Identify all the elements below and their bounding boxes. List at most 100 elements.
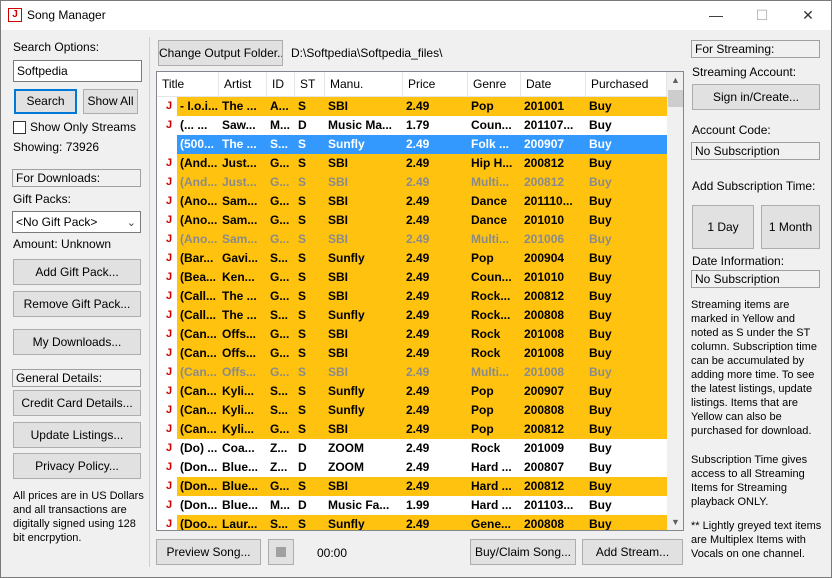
table-row[interactable]: J - I.o.i... The ... A... S SBI 2.49 Pop 201001 B…	[157, 97, 667, 116]
streaming-note: Streaming items are marked in Yellow and…	[691, 299, 817, 437]
table-cell: 200812	[524, 175, 565, 189]
song-type-icon: J	[165, 423, 173, 435]
search-input[interactable]: Softpedia	[13, 60, 142, 82]
table-cell: S	[298, 137, 307, 151]
column-header[interactable]: Purchased	[586, 72, 667, 97]
scroll-up-icon[interactable]: ▲	[667, 72, 683, 89]
column-header[interactable]: Genre	[468, 72, 521, 97]
table-row[interactable]: J (Can... Offs... G... S SBI 2.49 Rock 201008 Buy	[157, 344, 667, 363]
table-row[interactable]: J (Can... Kyli... S... S Sunfly 2.49 Pop 200907 B…	[157, 382, 667, 401]
table-row[interactable]: J (And... Just... G... S SBI 2.49 Hip H... 20081…	[157, 154, 667, 173]
scroll-thumb[interactable]	[668, 90, 683, 107]
table-cell: Saw...	[222, 118, 256, 132]
song-type-icon: J	[165, 499, 173, 511]
table-cell: Kyli...	[222, 384, 255, 398]
table-row[interactable]: J (Don... Blue... M... D Music Fa... 1.99 Hard …	[157, 496, 667, 515]
table-cell: (Bar...	[180, 251, 214, 265]
account-code-label: Account Code:	[692, 123, 771, 137]
table-cell: Coa...	[222, 441, 255, 455]
song-type-icon: J	[165, 157, 173, 169]
table-cell: Hard ...	[471, 479, 512, 493]
preview-song-button[interactable]: Preview Song...	[156, 539, 261, 565]
table-row[interactable]: J (Bar... Gavi... S... S Sunfly 2.49 Pop 200904 B…	[157, 249, 667, 268]
panel-divider	[149, 37, 150, 567]
table-cell: D	[298, 498, 307, 512]
song-type-icon: J	[165, 328, 173, 340]
table-row[interactable]: J (Do) ... Coa... Z... D ZOOM 2.49 Rock 201009 Bu…	[157, 439, 667, 458]
gift-packs-label: Gift Packs:	[13, 192, 72, 206]
column-header[interactable]: Artist	[219, 72, 267, 97]
table-cell: 2.49	[406, 232, 430, 246]
privacy-policy-button[interactable]: Privacy Policy...	[13, 453, 141, 479]
sign-in-create-button[interactable]: Sign in/Create...	[692, 84, 820, 110]
gift-pack-select[interactable]: <No Gift Pack> ⌄	[12, 211, 141, 233]
column-header[interactable]: Title	[157, 72, 219, 97]
buy-claim-song-button[interactable]: Buy/Claim Song...	[470, 539, 576, 565]
add-stream-button[interactable]: Add Stream...	[582, 539, 683, 565]
table-cell: G...	[270, 365, 290, 379]
table-cell: (Can...	[180, 365, 217, 379]
table-cell: The ...	[222, 99, 257, 113]
table-cell: (Can...	[180, 384, 217, 398]
song-type-icon: J	[165, 309, 173, 321]
table-cell: 2.49	[406, 460, 430, 474]
table-cell: 2.49	[406, 270, 430, 284]
table-row[interactable]: J (Can... Kyli... G... S SBI 2.49 Pop 200812 Buy	[157, 420, 667, 439]
table-cell: SBI	[328, 365, 349, 379]
table-cell: S	[298, 384, 307, 398]
table-row[interactable]: J (Can... Offs... G... S SBI 2.49 Multi... 20100…	[157, 363, 667, 382]
table-cell: Multi...	[471, 365, 509, 379]
vertical-scrollbar[interactable]: ▲ ▼	[667, 72, 683, 530]
change-output-folder-button[interactable]: Change Output Folder...	[158, 40, 283, 66]
table-row[interactable]: J (500... The ... S... S Sunfly 2.49 Folk ... 20…	[157, 135, 667, 154]
table-row[interactable]: J (Ano... Sam... G... S SBI 2.49 Multi... 201006…	[157, 230, 667, 249]
table-cell: 200904	[524, 251, 565, 265]
table-cell: Buy	[589, 213, 612, 227]
table-cell: Hard ...	[471, 498, 512, 512]
table-row[interactable]: J (... ... Saw... M... D Music Ma... 1.79 Coun.…	[157, 116, 667, 135]
table-row[interactable]: J (Can... Kyli... S... S Sunfly 2.49 Pop 200808 B…	[157, 401, 667, 420]
update-listings-button[interactable]: Update Listings...	[13, 422, 141, 448]
table-row[interactable]: J (Ano... Sam... G... S SBI 2.49 Dance 201010 Buy	[157, 211, 667, 230]
table-cell: S	[298, 422, 307, 436]
table-row[interactable]: J (Bea... Ken... G... S SBI 2.49 Coun... 201010 B…	[157, 268, 667, 287]
one-day-button[interactable]: 1 Day	[692, 205, 754, 249]
table-cell: - I.o.i...	[180, 99, 218, 113]
song-type-icon: J	[165, 195, 173, 207]
remove-gift-pack-button[interactable]: Remove Gift Pack...	[13, 291, 141, 317]
credit-card-details-button[interactable]: Credit Card Details...	[13, 390, 141, 416]
table-cell: Z...	[270, 460, 288, 474]
one-month-button[interactable]: 1 Month	[761, 205, 820, 249]
close-button[interactable]: ✕	[785, 1, 831, 30]
table-cell: The ...	[222, 137, 257, 151]
table-row[interactable]: J (Call... The ... G... S SBI 2.49 Rock... 20081…	[157, 287, 667, 306]
minimize-button[interactable]: —	[693, 1, 739, 30]
column-header[interactable]: ID	[267, 72, 295, 97]
show-all-button[interactable]: Show All	[83, 89, 138, 114]
table-cell: 200812	[524, 156, 565, 170]
table-row[interactable]: J (Doo... Laur... S... S Sunfly 2.49 Gene... 200…	[157, 515, 667, 530]
song-type-icon: J	[165, 176, 173, 188]
table-row[interactable]: J (Don... Blue... Z... D ZOOM 2.49 Hard ... 2008…	[157, 458, 667, 477]
table-cell: 200807	[524, 460, 565, 474]
table-cell: Rock	[471, 346, 501, 360]
table-cell: S	[298, 365, 307, 379]
table-row[interactable]: J (Ano... Sam... G... S SBI 2.49 Dance 201110...…	[157, 192, 667, 211]
table-cell: 2.49	[406, 194, 430, 208]
show-only-streams-checkbox[interactable]	[13, 121, 26, 134]
table-row[interactable]: J (Don... Blue... G... S SBI 2.49 Hard ... 20081…	[157, 477, 667, 496]
column-header[interactable]: Price	[403, 72, 468, 97]
column-header[interactable]: ST	[295, 72, 325, 97]
search-button[interactable]: Search	[14, 89, 77, 114]
maximize-button[interactable]: ☐	[739, 1, 785, 30]
table-row[interactable]: J (Call... The ... S... S Sunfly 2.49 Rock... 20…	[157, 306, 667, 325]
my-downloads-button[interactable]: My Downloads...	[13, 329, 141, 355]
scroll-down-icon[interactable]: ▼	[667, 514, 683, 530]
stop-button[interactable]	[268, 539, 294, 565]
table-row[interactable]: J (And... Just... G... S SBI 2.49 Multi... 20081…	[157, 173, 667, 192]
column-header[interactable]: Manu.	[325, 72, 403, 97]
table-row[interactable]: J (Can... Offs... G... S SBI 2.49 Rock 201008 Buy	[157, 325, 667, 344]
table-cell: Buy	[589, 460, 612, 474]
add-gift-pack-button[interactable]: Add Gift Pack...	[13, 259, 141, 285]
column-header[interactable]: Date	[521, 72, 586, 97]
